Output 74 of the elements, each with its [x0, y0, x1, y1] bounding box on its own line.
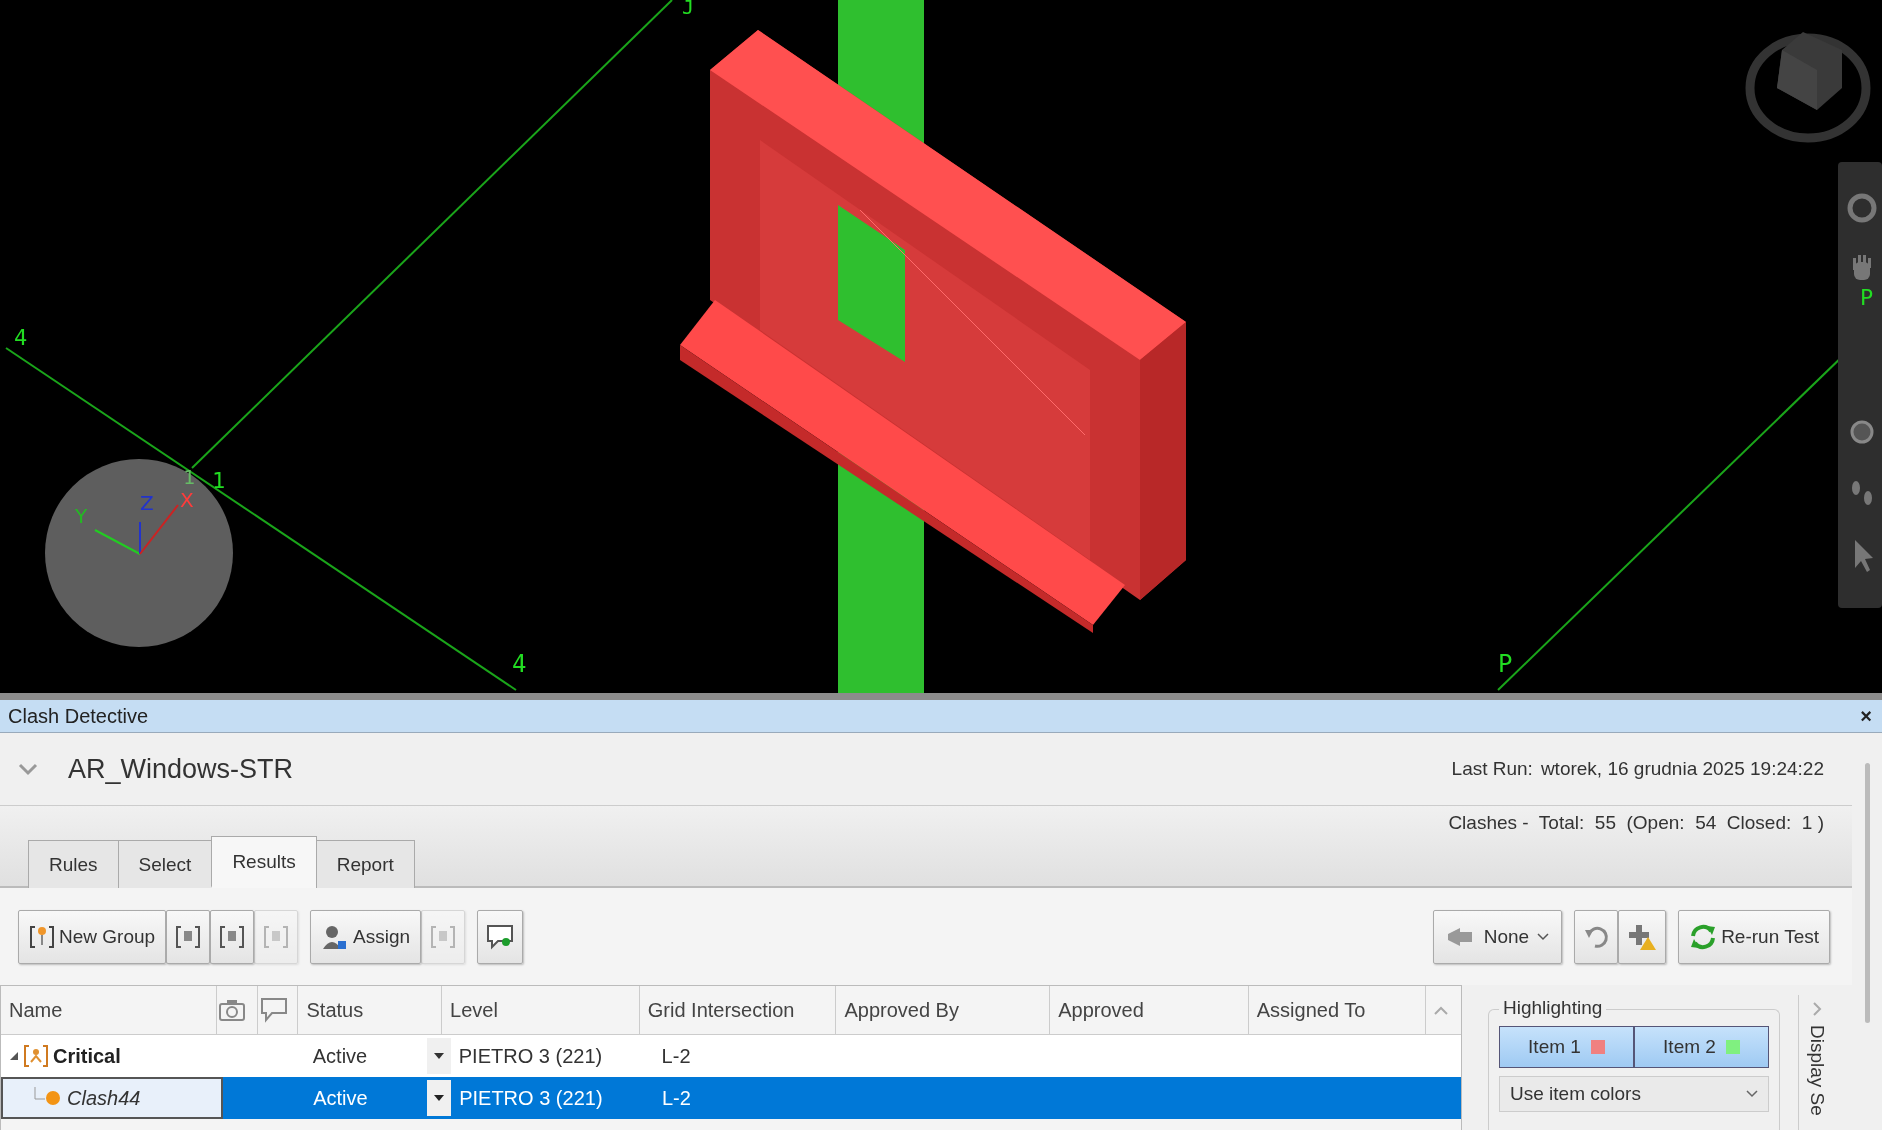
footprints-icon[interactable] — [1852, 481, 1872, 505]
axis-label: Y — [75, 504, 88, 528]
result-row[interactable]: Clash44 Active PIETRO 3 (221) L-2 — [1, 1077, 1461, 1119]
rerun-test-button[interactable]: Re-run Test — [1678, 909, 1830, 964]
grid-label: P — [1498, 650, 1513, 678]
camera-icon — [218, 999, 245, 1021]
plus-warning-icon — [1627, 922, 1658, 951]
new-group-button[interactable]: New Group — [18, 909, 167, 964]
scrollbar-thumb[interactable] — [1864, 763, 1870, 1023]
grid-label: J — [682, 0, 695, 19]
highlight-mode-dropdown[interactable]: Use item colors — [1499, 1076, 1769, 1112]
status-dropdown-button[interactable] — [427, 1080, 452, 1116]
column-header[interactable]: Status — [298, 986, 443, 1034]
group-button[interactable] — [210, 909, 255, 964]
column-header[interactable]: Name — [1, 986, 217, 1034]
comment-icon — [259, 997, 288, 1023]
column-header[interactable]: Grid Intersection — [639, 986, 837, 1034]
close-button[interactable]: × — [1856, 704, 1876, 728]
level-value: PIETRO 3 (221) — [458, 1044, 603, 1068]
3d-viewport[interactable]: X Y Z J 4 1 1 4 P P — [0, 0, 1882, 693]
group-button[interactable] — [166, 909, 211, 964]
tab[interactable]: Rules — [28, 840, 119, 888]
add-comment-icon — [486, 923, 515, 950]
test-name: AR_Windows-STR — [68, 753, 294, 785]
steering-wheel-icon[interactable] — [1847, 193, 1877, 223]
last-run-label: Last Run: — [1451, 758, 1533, 780]
column-header[interactable] — [216, 986, 258, 1034]
group-name: Critical — [53, 1044, 121, 1068]
grid-label: 1 — [212, 468, 226, 493]
column-header[interactable]: Level — [442, 986, 640, 1034]
tab[interactable]: Results — [211, 836, 317, 888]
axis-label: Z — [140, 491, 154, 515]
scroll-up-icon[interactable] — [1434, 1005, 1449, 1015]
display-settings-tab[interactable]: Display Se — [1806, 1025, 1828, 1116]
panel-title: Clash Detective — [8, 704, 149, 728]
grid-label: 4 — [14, 325, 28, 350]
group-icon — [23, 1043, 49, 1069]
clash-name: Clash44 — [67, 1086, 141, 1110]
expand-triangle-icon[interactable] — [9, 1051, 19, 1061]
caret-icon — [434, 1095, 445, 1101]
clash-summary: Clashes - Total: 55 (Open: 54 Closed: 1 ) — [1448, 812, 1824, 835]
level-value: PIETRO 3 (221) — [459, 1086, 603, 1110]
column-header[interactable]: Approved By — [836, 986, 1051, 1034]
select-cursor-icon[interactable] — [1855, 540, 1873, 572]
grid-intersection-value: L-2 — [661, 1044, 691, 1068]
tab[interactable]: Select — [117, 840, 213, 888]
status-value: Active — [312, 1044, 368, 1068]
undo-button[interactable] — [1574, 909, 1619, 964]
grid-label: 4 — [512, 650, 527, 678]
grid-intersection-value: L-2 — [661, 1086, 691, 1110]
add-warning-button[interactable] — [1618, 909, 1667, 964]
highlight-item-toggle[interactable]: Item 1 — [1499, 1026, 1634, 1068]
grid-label: 1 — [183, 465, 196, 489]
column-header[interactable]: Assigned To — [1248, 986, 1427, 1034]
caret-icon — [433, 1053, 444, 1059]
chevron-icon[interactable] — [18, 762, 38, 776]
tab[interactable]: Report — [315, 840, 415, 888]
view-cube-icon[interactable] — [1745, 32, 1871, 143]
hand-icon[interactable] — [1853, 255, 1871, 280]
highlight-item-toggle[interactable]: Item 2 — [1634, 1026, 1769, 1068]
last-run-value: wtorek, 16 grudnia 2025 19:24:22 — [1540, 758, 1824, 780]
status-value: Active — [313, 1086, 368, 1110]
orbit-icon[interactable] — [1850, 420, 1874, 444]
result-row[interactable]: Critical Active PIETRO 3 (221) L-2 — [1, 1035, 1461, 1077]
column-header[interactable]: Approved — [1050, 986, 1249, 1034]
add-comment-button[interactable] — [477, 909, 524, 964]
axis-label: X — [180, 488, 194, 512]
caret-icon — [1537, 932, 1550, 941]
status-dropdown-button[interactable] — [426, 1038, 451, 1074]
status-filter-dropdown[interactable]: None — [1432, 909, 1563, 964]
refresh-icon — [1689, 922, 1718, 951]
grid-label: P — [1860, 285, 1874, 310]
assign-button[interactable]: Assign — [310, 909, 422, 964]
caret-icon — [1746, 1090, 1758, 1098]
